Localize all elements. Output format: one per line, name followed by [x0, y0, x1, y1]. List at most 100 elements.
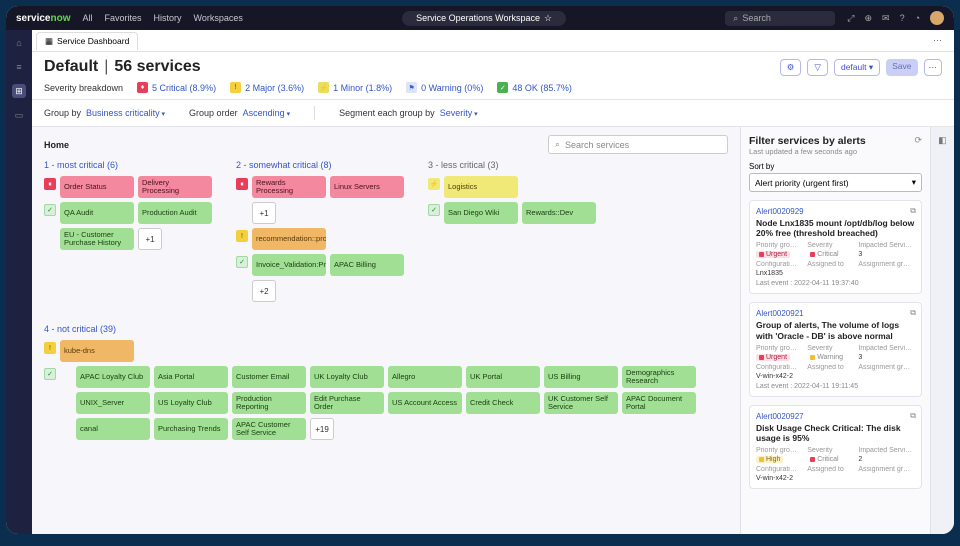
chevron-down-icon: ▾: [912, 177, 916, 188]
service-card[interactable]: Purchasing Trends: [154, 418, 228, 440]
service-card[interactable]: UNIX_Server: [76, 392, 150, 414]
service-card[interactable]: APAC Document Portal: [622, 392, 696, 414]
open-icon[interactable]: ⧉: [910, 308, 916, 318]
service-card[interactable]: Logistics: [444, 176, 518, 198]
alert-card[interactable]: ⧉Alert0020927Disk Usage Check Critical: …: [749, 405, 922, 489]
service-card[interactable]: Allegro: [388, 366, 462, 388]
severity-ok-icon: ✓: [44, 204, 56, 216]
notifications-icon[interactable]: ◔: [915, 13, 920, 23]
service-card[interactable]: recommendation::prod: [252, 228, 326, 250]
list-icon[interactable]: ≡: [12, 60, 26, 74]
panel-toggle-icon[interactable]: ◧: [938, 135, 947, 146]
more-button[interactable]: ⋯: [924, 59, 943, 76]
dashboard-icon[interactable]: ⊞: [12, 84, 26, 98]
alert-id[interactable]: Alert0020927: [756, 412, 915, 421]
service-card[interactable]: US Billing: [544, 366, 618, 388]
service-card[interactable]: Invoice_Validation:Prod: [252, 254, 326, 276]
service-card[interactable]: APAC Billing: [330, 254, 404, 276]
alert-id[interactable]: Alert0020921: [756, 309, 915, 318]
expand-icon[interactable]: ⤢: [847, 13, 854, 24]
segment-select[interactable]: Severity: [440, 108, 478, 118]
globe-icon[interactable]: ⊕: [864, 13, 872, 24]
severity-pill: Critical: [807, 456, 841, 463]
global-search[interactable]: ⌕ Search: [725, 11, 835, 26]
severity-ok-icon: ✓: [236, 256, 248, 268]
service-card[interactable]: UK Loyalty Club: [310, 366, 384, 388]
service-card[interactable]: APAC Customer Self Service: [232, 418, 306, 440]
alert-card[interactable]: ⧉Alert0020921Group of alerts, The volume…: [749, 302, 922, 396]
group-title[interactable]: 3 - less critical (3): [428, 160, 596, 170]
expand-more[interactable]: +1: [138, 228, 162, 250]
segment-label: Segment each group by: [339, 108, 435, 118]
group-not-critical: 4 - not critical (39) ! kube-dns ✓ APAC …: [44, 324, 728, 440]
service-card[interactable]: canal: [76, 418, 150, 440]
group-most-critical: 1 - most critical (6) ♦ Order Status Del…: [44, 160, 212, 306]
page-header: Default | 56 services ⚙ ▽ default ▾ Save…: [32, 52, 954, 100]
tab-overflow[interactable]: ⋯: [925, 35, 950, 46]
search-services[interactable]: ⌕ Search services: [548, 135, 728, 154]
help-icon[interactable]: ?: [900, 13, 905, 23]
sort-label: Sort by: [749, 162, 922, 171]
service-board: Home ⌕ Search services 1 - most critical…: [32, 127, 740, 534]
sev-critical[interactable]: 5 Critical (8.9%): [152, 83, 216, 93]
open-icon[interactable]: ⧉: [910, 206, 916, 216]
severity-pill: Warning: [807, 354, 846, 361]
expand-more[interactable]: +2: [252, 280, 276, 302]
sev-major[interactable]: 2 Major (3.6%): [245, 83, 304, 93]
group-title[interactable]: 1 - most critical (6): [44, 160, 212, 170]
service-card[interactable]: Rewards Processing: [252, 176, 326, 198]
service-card[interactable]: Rewards::Dev: [522, 202, 596, 224]
priority-pill: Urgent: [756, 354, 790, 361]
open-icon[interactable]: ⧉: [910, 411, 916, 421]
refresh-icon[interactable]: ⟳: [914, 135, 922, 146]
service-card[interactable]: Order Status: [60, 176, 134, 198]
doc-icon[interactable]: ▭: [12, 108, 26, 122]
service-card[interactable]: kube-dns: [60, 340, 134, 362]
sev-ok[interactable]: 48 OK (85.7%): [512, 83, 572, 93]
settings-button[interactable]: ⚙: [780, 59, 802, 76]
nav-workspaces[interactable]: Workspaces: [194, 13, 243, 23]
service-card[interactable]: EU - Customer Purchase History: [60, 228, 134, 250]
service-card[interactable]: Edit Purchase Order: [310, 392, 384, 414]
service-card[interactable]: Delivery Processing: [138, 176, 212, 198]
chat-icon[interactable]: ✉: [882, 13, 890, 24]
order-select[interactable]: Ascending: [243, 108, 291, 118]
breadcrumb[interactable]: Home: [44, 140, 69, 150]
filter-button[interactable]: ▽: [807, 59, 828, 76]
nav-history[interactable]: History: [154, 13, 182, 23]
service-card[interactable]: Credit Check: [466, 392, 540, 414]
workspace-pill[interactable]: Service Operations Workspace☆: [402, 11, 566, 26]
service-card[interactable]: UK Portal: [466, 366, 540, 388]
nav-all[interactable]: All: [82, 13, 92, 23]
service-card[interactable]: Production Reporting: [232, 392, 306, 414]
default-button[interactable]: default ▾: [834, 59, 880, 76]
group-title[interactable]: 2 - somewhat critical (8): [236, 160, 404, 170]
service-card[interactable]: Customer Email: [232, 366, 306, 388]
sev-minor[interactable]: 1 Minor (1.8%): [333, 83, 392, 93]
expand-more[interactable]: +19: [310, 418, 334, 440]
service-card[interactable]: QA Audit: [60, 202, 134, 224]
sort-select[interactable]: Alert priority (urgent first)▾: [749, 173, 922, 192]
filter-panel: ⟳ Filter services by alerts Last updated…: [740, 127, 930, 534]
nav-favorites[interactable]: Favorites: [105, 13, 142, 23]
tab-service-dashboard[interactable]: ▦ Service Dashboard: [36, 32, 138, 50]
home-icon[interactable]: ⌂: [12, 36, 26, 50]
service-card[interactable]: US Loyalty Club: [154, 392, 228, 414]
alert-card[interactable]: ⧉Alert0020929Node Lnx1835 mount /opt/db/…: [749, 200, 922, 294]
alert-id[interactable]: Alert0020929: [756, 207, 915, 216]
service-card[interactable]: US Account Access: [388, 392, 462, 414]
ok-icon: ✓: [497, 82, 508, 93]
service-card[interactable]: Linux Servers: [330, 176, 404, 198]
service-card[interactable]: UK Customer Self Service: [544, 392, 618, 414]
avatar[interactable]: [930, 11, 944, 25]
service-card[interactable]: Asia Portal: [154, 366, 228, 388]
expand-more[interactable]: +1: [252, 202, 276, 224]
sev-warning[interactable]: 0 Warning (0%): [421, 83, 483, 93]
service-card[interactable]: APAC Loyalty Club: [76, 366, 150, 388]
group-title[interactable]: 4 - not critical (39): [44, 324, 728, 334]
service-card[interactable]: San Diego Wiki: [444, 202, 518, 224]
service-card[interactable]: Production Audit: [138, 202, 212, 224]
service-card[interactable]: Demographics Research: [622, 366, 696, 388]
save-button[interactable]: Save: [886, 59, 917, 76]
groupby-select[interactable]: Business criticality: [86, 108, 165, 118]
